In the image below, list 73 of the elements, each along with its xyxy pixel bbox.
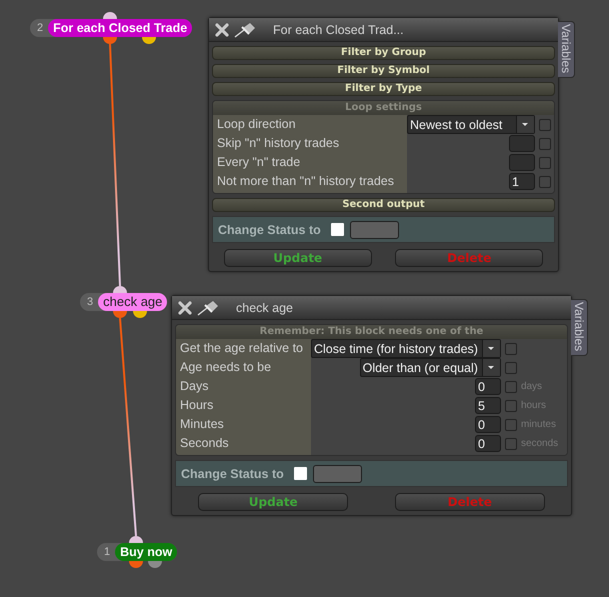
node-label: For each Closed Trade bbox=[48, 19, 192, 37]
field-label: Age needs to be bbox=[179, 359, 272, 376]
section-header[interactable]: Second output bbox=[212, 198, 555, 212]
field-label: Get the age relative to bbox=[179, 340, 304, 357]
checkbox[interactable] bbox=[539, 138, 551, 150]
output-port[interactable] bbox=[103, 37, 117, 44]
input-port[interactable] bbox=[103, 12, 117, 19]
section-header[interactable]: Filter by Symbol bbox=[212, 64, 555, 78]
input-field[interactable]: 0 bbox=[474, 378, 501, 395]
input-field[interactable]: 0 bbox=[474, 435, 501, 452]
field-label: Every "n" trade bbox=[216, 154, 302, 171]
dropdown[interactable]: Close time (for history trades) bbox=[311, 339, 501, 358]
input-port[interactable] bbox=[129, 536, 143, 543]
input-field[interactable] bbox=[509, 135, 535, 152]
input-field[interactable]: 0 bbox=[474, 416, 501, 433]
checkbox[interactable] bbox=[504, 362, 517, 374]
close-icon[interactable] bbox=[215, 22, 229, 36]
update-button[interactable]: Update bbox=[198, 493, 348, 511]
node-number: 2 bbox=[36, 22, 44, 34]
node-label: check age bbox=[98, 293, 168, 311]
status-label: Change Status to bbox=[181, 466, 284, 480]
caret-icon bbox=[482, 340, 500, 357]
variables-tab[interactable]: Variables bbox=[558, 21, 575, 78]
output-port[interactable] bbox=[148, 561, 162, 568]
field-label: Hours bbox=[179, 397, 214, 414]
checkbox[interactable] bbox=[504, 418, 517, 430]
checkbox[interactable] bbox=[539, 176, 551, 188]
checkbox[interactable] bbox=[294, 467, 307, 480]
output-port[interactable] bbox=[133, 311, 147, 318]
checkbox[interactable] bbox=[504, 438, 517, 450]
caret-icon bbox=[482, 359, 500, 376]
close-icon[interactable] bbox=[178, 300, 192, 314]
field-label: Loop direction bbox=[216, 116, 297, 133]
input-port[interactable] bbox=[113, 286, 127, 293]
output-port[interactable] bbox=[113, 311, 127, 318]
update-button[interactable]: Update bbox=[224, 249, 372, 267]
group-header: Loop settings bbox=[213, 101, 554, 115]
variables-tab[interactable]: Variables bbox=[571, 299, 588, 356]
dropdown[interactable]: Older than (or equal) bbox=[360, 358, 501, 377]
field-label: Not more than "n" history trades bbox=[216, 173, 396, 190]
caret-icon bbox=[516, 116, 534, 133]
block-node[interactable]: 2 For each Closed Trade bbox=[30, 19, 192, 37]
output-port[interactable] bbox=[129, 561, 143, 568]
field-label: Days bbox=[179, 378, 210, 395]
field-label: Minutes bbox=[179, 416, 225, 433]
input-field[interactable]: 5 bbox=[474, 397, 501, 414]
pin-icon[interactable] bbox=[197, 300, 219, 316]
block-node[interactable]: 3 check age bbox=[80, 293, 168, 311]
checkbox[interactable] bbox=[504, 342, 517, 354]
section-header[interactable]: Filter by Group bbox=[212, 46, 555, 60]
input-field[interactable]: 1 bbox=[509, 173, 535, 190]
status-field[interactable] bbox=[312, 464, 362, 482]
node-label: Buy now bbox=[115, 543, 178, 561]
panel-title: For each Closed Trad... bbox=[273, 22, 404, 36]
output-port[interactable] bbox=[142, 37, 156, 44]
section-header[interactable]: Filter by Type bbox=[212, 82, 555, 96]
checkbox[interactable] bbox=[504, 380, 517, 392]
checkbox[interactable] bbox=[539, 156, 551, 168]
checkbox[interactable] bbox=[330, 223, 344, 236]
panel-title: check age bbox=[236, 300, 293, 314]
status-field[interactable] bbox=[350, 220, 399, 238]
block-node[interactable]: 1 Buy now bbox=[97, 543, 178, 561]
input-field[interactable] bbox=[509, 154, 535, 171]
field-label: Skip "n" history trades bbox=[216, 135, 340, 152]
field-label: Seconds bbox=[179, 435, 230, 452]
status-label: Change Status to bbox=[218, 222, 321, 236]
dropdown[interactable]: Newest to oldest bbox=[407, 115, 535, 134]
checkbox[interactable] bbox=[504, 400, 517, 412]
group-header: Remember: This block needs one of the bbox=[176, 325, 567, 339]
node-number: 3 bbox=[86, 296, 94, 308]
checkbox[interactable] bbox=[539, 118, 551, 130]
pin-icon[interactable] bbox=[234, 22, 256, 38]
node-number: 1 bbox=[103, 546, 112, 558]
